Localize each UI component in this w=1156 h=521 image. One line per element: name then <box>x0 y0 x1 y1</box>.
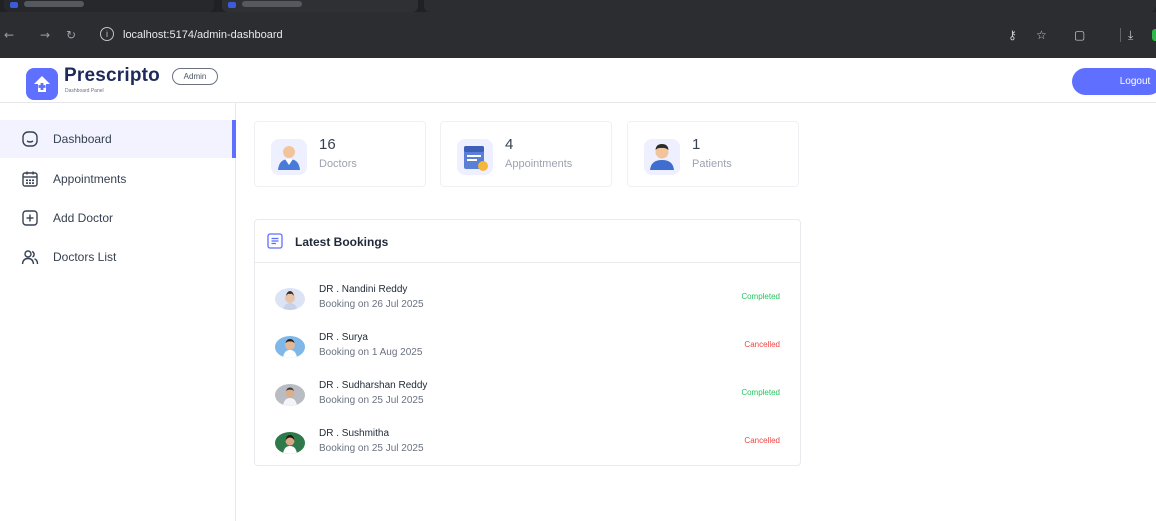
extensions-icon[interactable]: ▢ <box>1074 27 1085 43</box>
sidebar-item-label: Appointments <box>53 172 127 186</box>
browser-tab[interactable] <box>4 0 214 12</box>
booking-status-cancelled: Cancelled <box>744 340 780 349</box>
download-icon[interactable]: ⤓ <box>1128 27 1133 43</box>
browser-toolbar: ← → ↻ i localhost:5174/admin-dashboard ⚷… <box>0 12 1156 58</box>
appointments-icon <box>457 139 493 175</box>
latest-bookings-header: Latest Bookings <box>255 220 800 263</box>
back-icon[interactable]: ← <box>4 27 14 43</box>
sidebar-item-doctors-list[interactable]: Doctors List <box>0 238 236 276</box>
list-icon <box>267 233 283 249</box>
brand-subtitle: Dashboard Panel <box>65 88 104 94</box>
latest-bookings-title: Latest Bookings <box>295 235 389 249</box>
booking-row[interactable]: DR . Nandini Reddy Booking on 26 Jul 202… <box>255 277 800 323</box>
stat-value: 16 <box>319 136 336 153</box>
logo-icon <box>26 68 58 100</box>
role-badge: Admin <box>172 68 218 85</box>
stat-label: Appointments <box>505 158 573 170</box>
sidebar-item-add-doctor[interactable]: Add Doctor <box>0 199 236 237</box>
sidebar: Dashboard Appointments Add Doctor Doctor… <box>0 103 236 521</box>
booking-row[interactable]: DR . Sushmitha Booking on 25 Jul 2025 Ca… <box>255 421 800 467</box>
people-icon <box>21 250 39 265</box>
booking-row[interactable]: DR . Surya Booking on 1 Aug 2025 Cancell… <box>255 325 800 371</box>
latest-bookings-panel: Latest Bookings DR . Nandini Reddy Booki… <box>254 219 801 466</box>
stat-card-appointments[interactable]: 4 Appointments <box>440 121 612 187</box>
booking-doctor-name: DR . Sushmitha <box>319 428 390 439</box>
doctor-avatar <box>275 336 305 358</box>
stat-label: Doctors <box>319 158 357 170</box>
booking-status-completed: Completed <box>741 292 780 301</box>
browser-tab-active[interactable] <box>222 0 418 12</box>
booking-date: Booking on 25 Jul 2025 <box>319 395 424 406</box>
address-bar[interactable]: localhost:5174/admin-dashboard <box>123 27 283 43</box>
calendar-icon <box>22 171 38 187</box>
bookmark-star-icon[interactable]: ☆ <box>1036 27 1047 43</box>
sidebar-item-label: Doctors List <box>53 250 117 264</box>
booking-date: Booking on 25 Jul 2025 <box>319 443 424 454</box>
booking-status-completed: Completed <box>741 388 780 397</box>
doctor-icon <box>271 139 307 175</box>
booking-date: Booking on 1 Aug 2025 <box>319 347 423 358</box>
profile-indicator[interactable] <box>1152 29 1156 41</box>
booking-doctor-name: DR . Nandini Reddy <box>319 284 408 295</box>
stat-card-patients[interactable]: 1 Patients <box>627 121 799 187</box>
add-icon <box>22 210 38 226</box>
home-icon <box>22 131 38 147</box>
sidebar-item-dashboard[interactable]: Dashboard <box>0 120 236 158</box>
brand-name[interactable]: Prescripto <box>64 64 160 88</box>
sidebar-item-label: Add Doctor <box>53 211 114 225</box>
sidebar-item-appointments[interactable]: Appointments <box>0 160 236 198</box>
forward-icon[interactable]: → <box>40 27 50 43</box>
reload-icon[interactable]: ↻ <box>66 27 76 43</box>
browser-tab-strip <box>0 0 1156 12</box>
toolbar-divider <box>1120 28 1121 42</box>
booking-status-cancelled: Cancelled <box>744 436 780 445</box>
doctor-avatar <box>275 384 305 406</box>
doctor-avatar <box>275 432 305 454</box>
patients-icon <box>644 139 680 175</box>
app-header: Prescripto Dashboard Panel Admin Logout <box>0 58 1156 103</box>
browser-tab-area <box>424 0 1156 12</box>
logout-button[interactable]: Logout <box>1072 68 1156 95</box>
stat-value: 1 <box>692 136 701 153</box>
doctor-avatar <box>275 288 305 310</box>
stat-label: Patients <box>692 158 732 170</box>
booking-doctor-name: DR . Sudharshan Reddy <box>319 380 428 391</box>
stat-card-doctors[interactable]: 16 Doctors <box>254 121 426 187</box>
booking-row[interactable]: DR . Sudharshan Reddy Booking on 25 Jul … <box>255 373 800 419</box>
stat-value: 4 <box>505 136 514 153</box>
site-info-icon[interactable]: i <box>100 27 114 41</box>
booking-date: Booking on 26 Jul 2025 <box>319 299 424 310</box>
password-key-icon[interactable]: ⚷ <box>1008 27 1017 43</box>
booking-doctor-name: DR . Surya <box>319 332 368 343</box>
sidebar-item-label: Dashboard <box>53 132 112 146</box>
